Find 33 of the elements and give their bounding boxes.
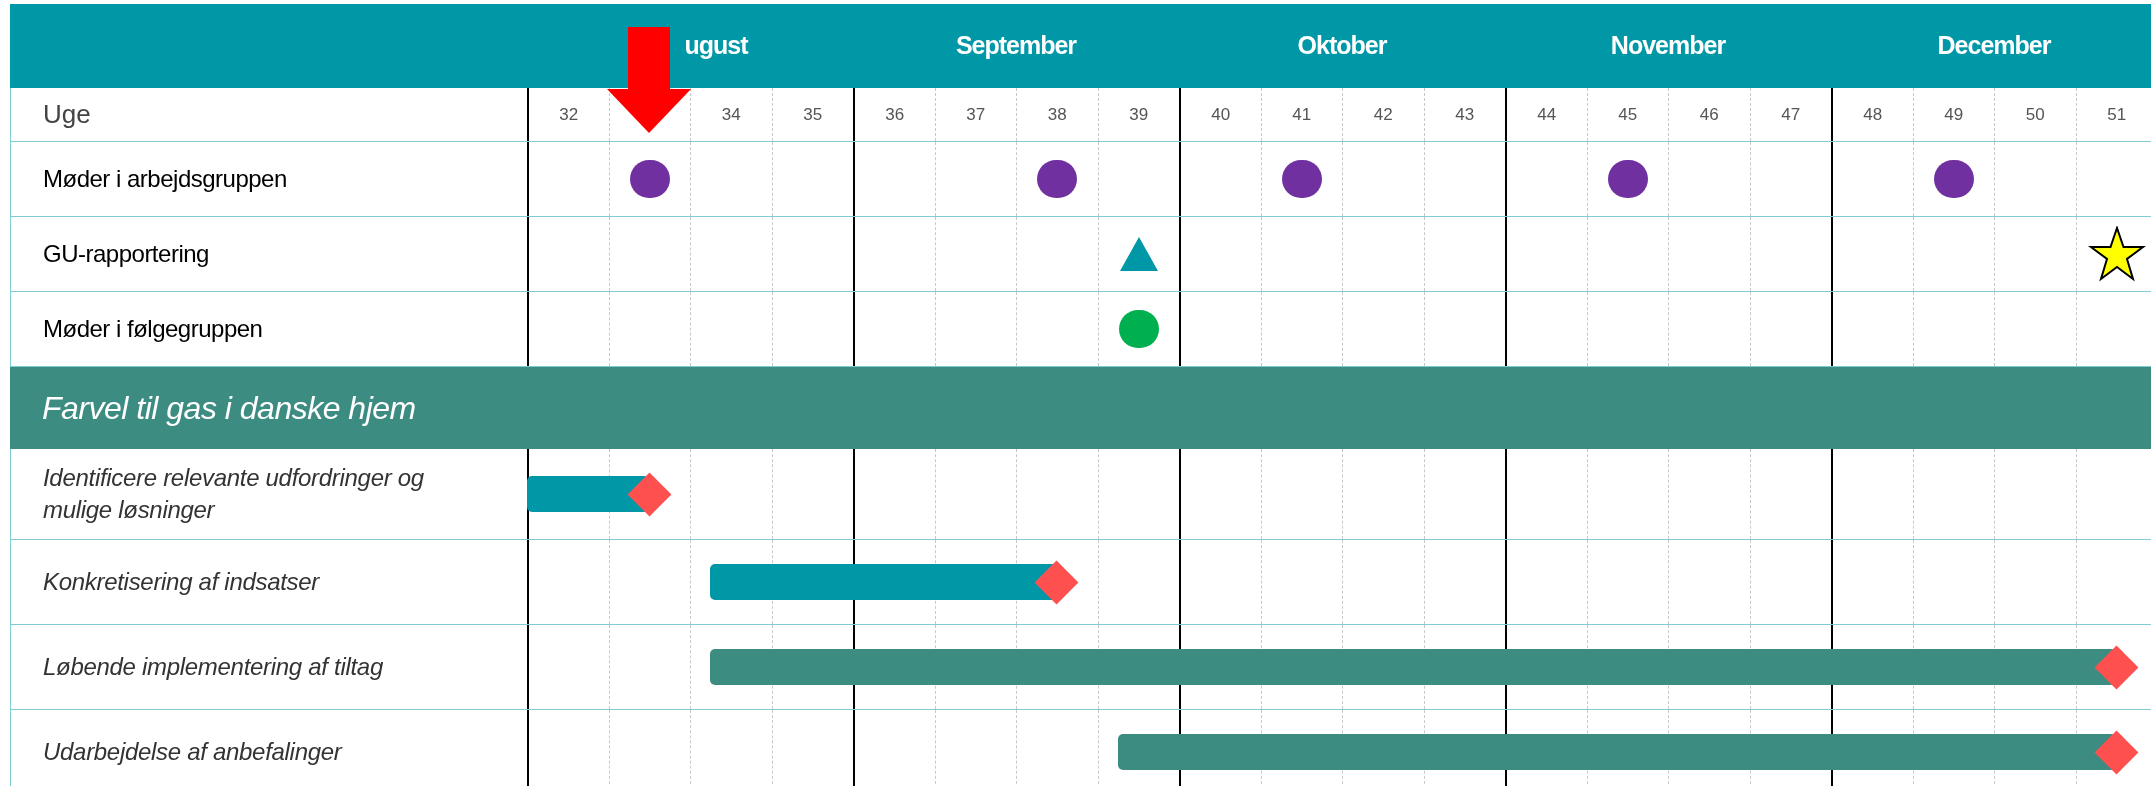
row-label: Møder i arbejdsgruppen [43,164,287,194]
week-number: 49 [1944,103,1964,126]
week-number: 48 [1863,103,1883,126]
week-number: 36 [885,103,905,126]
week-number: 50 [2025,103,2045,126]
task-label: Udarbejdelse af anbefalinger [43,737,342,767]
task-label: Løbende implementering af tiltag [43,652,383,682]
week-number: 45 [1618,103,1638,126]
row-label: Møder i følgegruppen [43,314,263,344]
month-label: December [1937,30,2051,62]
month-label: ugust [684,30,748,62]
week-number: 40 [1211,103,1231,126]
row-label: GU-rapportering [43,239,209,269]
task-label: Identificere relevante udfordringer og mulige løsninger [43,463,425,525]
week-number: 39 [1129,103,1149,126]
week-number: 43 [1455,103,1475,126]
week-number: 32 [559,103,579,126]
week-number: 51 [2107,103,2127,126]
week-number: 37 [966,103,986,126]
week-header: Uge [43,98,91,131]
month-label: Oktober [1297,30,1387,62]
task-label: Konkretisering af indsatser [43,567,320,597]
week-number: 42 [1373,103,1393,126]
month-label: September [955,30,1077,62]
month-label: November [1610,30,1726,62]
section-title: Farvel til gas i danske hjem [42,389,416,428]
week-number: 44 [1537,103,1557,126]
week-number: 41 [1292,103,1312,126]
week-number: 34 [721,103,741,126]
week-number: 38 [1047,103,1067,126]
week-number: 35 [803,103,823,126]
week-number: 46 [1699,103,1719,126]
week-number: 47 [1781,103,1801,126]
